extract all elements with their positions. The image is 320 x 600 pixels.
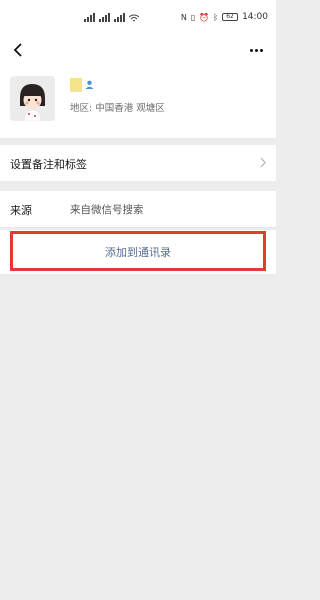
add-to-contacts-button[interactable]: 添加到通讯录 xyxy=(0,230,276,274)
set-remark-label: 设置备注和标签 xyxy=(10,158,87,171)
source-row: 来源 来自微信号搜索 xyxy=(0,191,276,227)
more-dot-icon xyxy=(249,48,253,52)
more-dot-icon xyxy=(254,48,258,52)
signal-icon-2 xyxy=(99,13,110,22)
avatar-image xyxy=(10,76,55,121)
profile-card: 地区: 中国香港 观塘区 xyxy=(0,64,276,138)
status-time: 14:00 xyxy=(242,12,268,22)
person-icon xyxy=(85,80,94,89)
vibrate-icon: ▯ xyxy=(190,12,196,22)
more-button[interactable] xyxy=(244,42,268,58)
bluetooth-icon: ᛒ xyxy=(213,12,219,22)
nfc-icon: N xyxy=(180,12,187,22)
nickname-block xyxy=(70,78,94,92)
status-bar: N ▯ ⏰ ᛒ 62 14:00 xyxy=(0,0,276,36)
source-value: 来自微信号搜索 xyxy=(70,204,144,216)
chevron-left-icon xyxy=(13,43,22,57)
signal-icon-3 xyxy=(114,13,125,22)
signal-icon xyxy=(84,13,95,22)
region-text: 地区: 中国香港 观塘区 xyxy=(70,103,165,114)
back-button[interactable] xyxy=(8,40,28,60)
set-remark-row[interactable]: 设置备注和标签 xyxy=(0,145,276,181)
source-label: 来源 xyxy=(10,204,32,217)
more-dot-icon xyxy=(259,48,263,52)
nav-bar xyxy=(0,36,276,64)
chevron-right-icon xyxy=(260,157,266,168)
divider xyxy=(0,227,276,228)
avatar[interactable] xyxy=(10,76,55,121)
wifi-icon xyxy=(129,14,139,21)
alarm-icon: ⏰ xyxy=(199,12,210,22)
add-to-contacts-label: 添加到通讯录 xyxy=(105,246,171,259)
status-left-icons xyxy=(84,13,139,22)
battery-icon: 62 xyxy=(222,13,239,21)
status-right-icons: N ▯ ⏰ ᛒ 62 14:00 xyxy=(181,12,268,22)
